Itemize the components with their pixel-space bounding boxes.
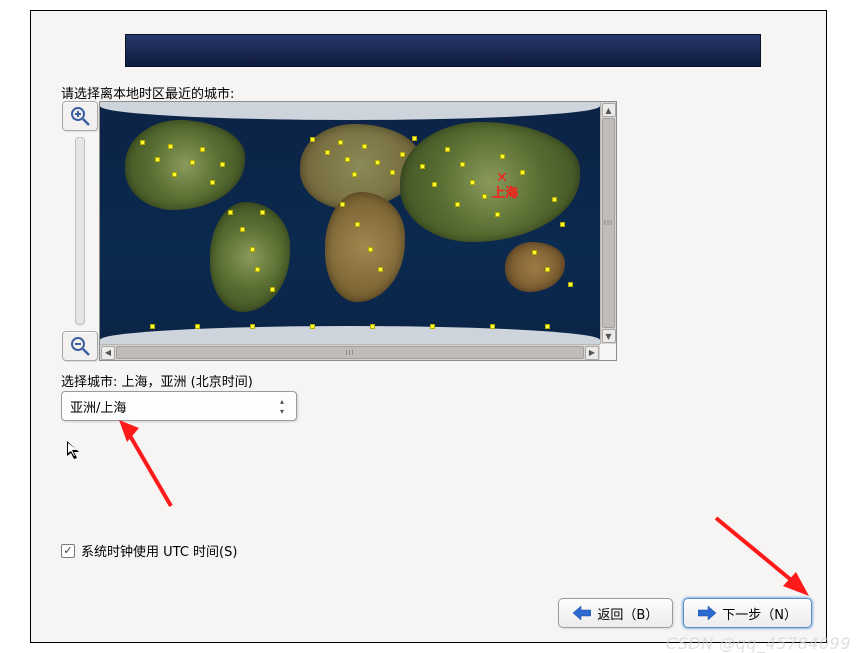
annotation-arrow-icon (701, 506, 821, 606)
prompt-label: 请选择离本地时区最近的城市: (61, 83, 234, 102)
arrow-left-icon (573, 604, 591, 622)
zoom-in-icon (69, 105, 91, 127)
zoom-out-icon (69, 335, 91, 357)
annotation-arrow-icon (111, 416, 191, 511)
selected-prefix: 选择城市: (61, 375, 122, 390)
arrow-right-icon (698, 604, 716, 622)
scroll-left-icon[interactable]: ◀ (101, 346, 115, 360)
scroll-right-icon[interactable]: ▶ (585, 346, 599, 360)
combobox-spinner-icon: ▴ ▾ (276, 395, 288, 417)
check-icon: ✓ (63, 544, 72, 557)
selected-city-summary: 选择城市: 上海，亚洲 (北京时间) (61, 371, 253, 390)
cursor-icon (67, 441, 83, 465)
back-button[interactable]: 返回（B） (558, 598, 673, 628)
world-map[interactable]: ✕ 上海 (100, 102, 600, 344)
scroll-thumb-v[interactable]: III (602, 118, 615, 328)
timezone-combobox-value: 亚洲/上海 (70, 397, 126, 416)
installer-window: 请选择离本地时区最近的城市: (30, 10, 827, 643)
selected-value: 上海，亚洲 (北京时间) (122, 375, 253, 390)
back-button-label: 返回（B） (597, 604, 658, 623)
watermark-text: CSDN @qq_45784099 (666, 634, 851, 653)
utc-checkbox-label: 系统时钟使用 UTC 时间(S) (81, 541, 237, 560)
zoom-slider[interactable] (75, 137, 85, 325)
scroll-up-icon[interactable]: ▲ (602, 103, 616, 117)
next-button[interactable]: 下一步（N） (683, 598, 812, 628)
utc-checkbox-row[interactable]: ✓ 系统时钟使用 UTC 时间(S) (61, 541, 237, 560)
title-bar (125, 34, 761, 67)
next-button-label: 下一步（N） (722, 604, 797, 623)
scroll-thumb-h[interactable]: III (116, 346, 584, 359)
zoom-in-button[interactable] (62, 101, 98, 131)
utc-checkbox[interactable]: ✓ (61, 544, 75, 558)
map-frame: ✕ 上海 ▲ III ▼ ◀ III ▶ (99, 101, 617, 361)
map-vertical-scrollbar[interactable]: ▲ III ▼ (600, 102, 616, 344)
scroll-down-icon[interactable]: ▼ (602, 329, 616, 343)
timezone-combobox[interactable]: 亚洲/上海 ▴ ▾ (61, 391, 297, 421)
zoom-out-button[interactable] (62, 331, 98, 361)
wizard-footer: 返回（B） 下一步（N） (558, 598, 812, 628)
timezone-map-area: ✕ 上海 ▲ III ▼ ◀ III ▶ (61, 101, 625, 363)
zoom-controls (61, 101, 99, 361)
map-horizontal-scrollbar[interactable]: ◀ III ▶ (100, 344, 600, 360)
